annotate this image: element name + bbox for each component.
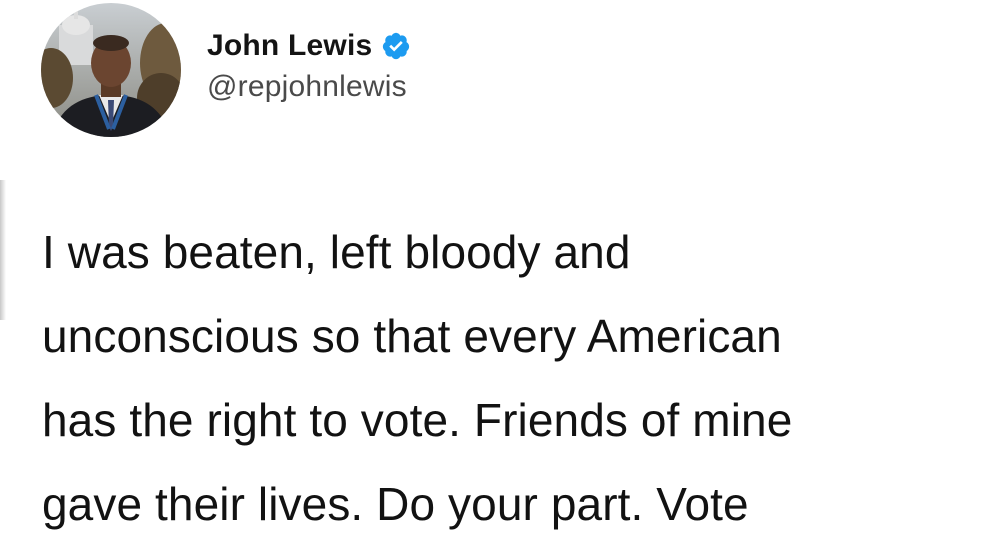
left-edge-shadow [0, 180, 6, 320]
author-block: John Lewis @repjohnlewis [207, 24, 411, 104]
tweet-text-line: unconscious so that every American [42, 310, 782, 362]
tweet-card: John Lewis @repjohnlewis I was beaten, l… [0, 0, 984, 545]
avatar[interactable] [41, 3, 181, 137]
tweet-text: I was beaten, left bloody and unconsciou… [42, 210, 982, 546]
tweet-text-line: I was beaten, left bloody and [42, 226, 631, 278]
name-row: John Lewis [207, 24, 411, 68]
verified-badge-icon [381, 31, 411, 61]
tweet-text-line: has the right to vote. Friends of mine [42, 394, 793, 446]
tweet-text-line: gave their lives. Do your part. Vote [42, 478, 749, 530]
avatar-photo [41, 3, 181, 137]
handle[interactable]: @repjohnlewis [207, 70, 411, 104]
display-name[interactable]: John Lewis [207, 29, 372, 63]
